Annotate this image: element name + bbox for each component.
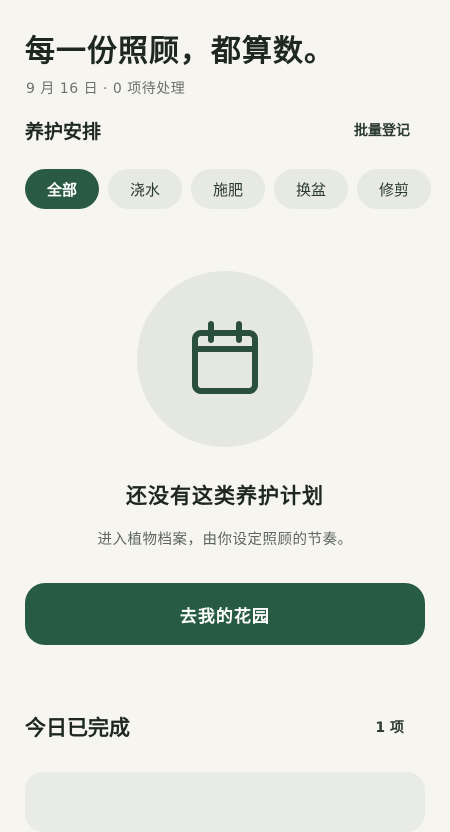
completed-task-card[interactable]: [25, 772, 425, 832]
filter-chip-all[interactable]: 全部: [25, 169, 99, 209]
calendar-icon: [192, 321, 258, 394]
filter-chips: 全部 浇水 施肥 换盆 修剪: [25, 169, 450, 209]
completed-header: 今日已完成 1 项: [25, 711, 404, 743]
empty-illustration: [137, 271, 313, 447]
filter-chip-prune[interactable]: 修剪: [357, 169, 431, 209]
schedule-title: 养护安排: [25, 120, 102, 143]
filter-chip-water[interactable]: 浇水: [108, 169, 182, 209]
date-summary: 9 月 16 日 · 0 项待处理: [26, 81, 186, 97]
empty-state-description: 进入植物档案，由你设定照顾的节奏。: [97, 532, 353, 548]
completed-count: 1 项: [375, 720, 404, 736]
schedule-header: 养护安排 批量登记: [25, 116, 410, 144]
filter-chip-fertilize[interactable]: 施肥: [191, 169, 265, 209]
filter-chip-repot[interactable]: 换盆: [274, 169, 348, 209]
page-title: 每一份照顾，都算数。: [25, 34, 335, 69]
go-to-garden-button[interactable]: 去我的花园: [25, 583, 425, 645]
empty-state-title: 还没有这类养护计划: [126, 484, 324, 508]
bulk-register-button[interactable]: 批量登记: [354, 120, 410, 140]
completed-title: 今日已完成: [25, 716, 130, 740]
